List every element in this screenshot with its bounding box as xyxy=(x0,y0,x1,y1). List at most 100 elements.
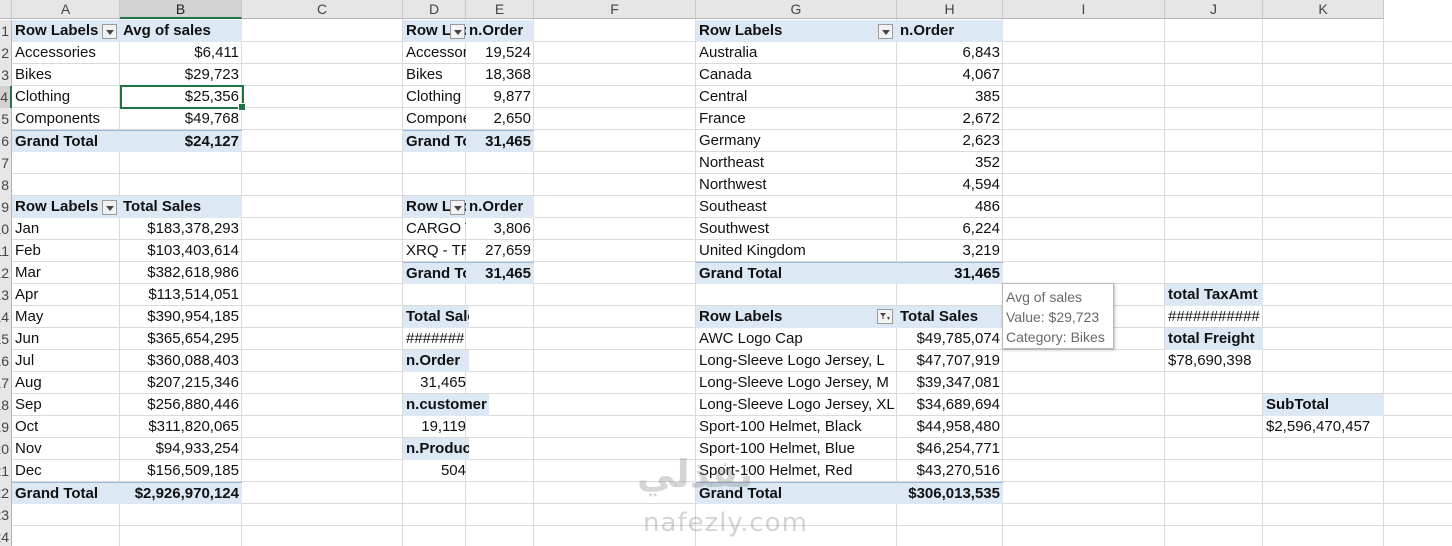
row-header-9[interactable]: 9 xyxy=(0,196,12,218)
row-number: 4 xyxy=(0,89,8,105)
kpi-label: n.customer xyxy=(403,394,489,416)
pivot-region-orders-row-value: 2,672 xyxy=(962,110,1000,127)
select-all-corner[interactable] xyxy=(0,0,12,19)
pivot-avg-sales-grand-total-value: $24,127 xyxy=(120,130,242,152)
row-number: 11 xyxy=(0,243,9,259)
pivot-month-sales-header-value: Total Sales xyxy=(120,196,242,218)
row-header-12[interactable]: 12 xyxy=(0,262,12,284)
row-header-4[interactable]: 4 xyxy=(0,86,12,108)
pivot-region-orders-row-value: 6,224 xyxy=(962,220,1000,237)
row-header-15[interactable]: 15 xyxy=(0,328,12,350)
row-number: 24 xyxy=(0,529,9,545)
pivot-month-sales-row-value: $360,088,403 xyxy=(147,352,239,369)
pivot-month-sales-row-value: $256,880,446 xyxy=(147,396,239,413)
pivot-avg-sales-row-value: $29,723 xyxy=(184,66,239,83)
row-header-11[interactable]: 11 xyxy=(0,240,12,262)
row-number: 8 xyxy=(1,177,9,193)
pivot-product-sales-row-value: $44,958,480 xyxy=(916,418,1000,435)
pivot-month-sales-row-value: $207,215,346 xyxy=(147,374,239,391)
pivot-category-orders-row-label: Bikes xyxy=(406,66,443,83)
pivot-month-sales-row-label: May xyxy=(15,308,44,325)
pivot-region-orders-row-label: Northwest xyxy=(699,176,767,193)
filter-dropdown-icon[interactable] xyxy=(450,24,465,39)
filter-dropdown-icon[interactable] xyxy=(102,200,117,215)
row-header-19[interactable]: 19 xyxy=(0,416,12,438)
pivot-region-orders-row-value: 3,219 xyxy=(962,242,1000,259)
row-header-7[interactable]: 7 xyxy=(0,152,12,174)
row-header-16[interactable]: 16 xyxy=(0,350,12,372)
column-header-i[interactable]: I xyxy=(1003,0,1165,19)
pivot-month-sales-grand-total-value: $2,926,970,124 xyxy=(120,482,242,504)
pivot-product-sales-row-value: $47,707,919 xyxy=(916,352,1000,369)
filter-dropdown-icon[interactable] xyxy=(450,200,465,215)
pivot-product-sales-row-value: $39,347,081 xyxy=(916,374,1000,391)
column-header-h[interactable]: H xyxy=(897,0,1003,19)
pivot-ship-orders-row-value: 27,659 xyxy=(485,242,531,259)
row-number: 23 xyxy=(0,507,9,523)
pivot-month-sales-row-label: Apr xyxy=(15,286,39,303)
column-header-a[interactable]: A xyxy=(12,0,120,19)
total-freight-label: total Freight xyxy=(1165,328,1263,350)
row-header-14[interactable]: 14 xyxy=(0,306,12,328)
row-header-3[interactable]: 3 xyxy=(0,64,12,86)
row-header-6[interactable]: 6 xyxy=(0,130,12,152)
pivot-product-sales-header-value: Total Sales xyxy=(897,306,1003,328)
pivot-ship-orders-row-label: CARGO TRANSPORT 5 xyxy=(406,220,466,237)
pivot-avg-sales-grand-total-label: Grand Total xyxy=(12,130,120,152)
pivot-product-sales-row-label: Long-Sleeve Logo Jersey, XL xyxy=(699,396,895,413)
row-header-5[interactable]: 5 xyxy=(0,108,12,130)
row-header-21[interactable]: 21 xyxy=(0,460,12,482)
column-header-k[interactable]: K xyxy=(1263,0,1384,19)
pivot-month-sales-row-value: $156,509,185 xyxy=(147,462,239,479)
filter-dropdown-icon[interactable] xyxy=(102,24,117,39)
pivot-month-sales-row-value: $103,403,614 xyxy=(147,242,239,259)
pivot-category-orders-header-value: n.Order xyxy=(466,20,534,42)
column-header-e[interactable]: E xyxy=(466,0,534,19)
pivot-product-sales-row-label: AWC Logo Cap xyxy=(699,330,803,347)
row-header-1[interactable]: 1 xyxy=(0,20,12,42)
pivot-region-orders-row-value: 2,623 xyxy=(962,132,1000,149)
column-header-g[interactable]: G xyxy=(696,0,897,19)
pivot-avg-sales-row-label: Bikes xyxy=(15,66,52,83)
filter-dropdown-icon[interactable] xyxy=(878,24,893,39)
row-header-22[interactable]: 22 xyxy=(0,482,12,504)
kpi-label: Total Sales xyxy=(403,306,469,328)
row-number: 5 xyxy=(1,111,9,127)
column-header-f[interactable]: F xyxy=(534,0,696,19)
pivot-category-orders-row-value: 9,877 xyxy=(493,88,531,105)
pivot-product-sales-row-label: Sport-100 Helmet, Black xyxy=(699,418,862,435)
pivot-month-sales-row-label: Nov xyxy=(15,440,42,457)
row-number: 7 xyxy=(1,155,9,171)
pivot-region-orders-row-label: Central xyxy=(699,88,748,105)
spreadsheet-grid[interactable]: ABCDEFGHIJK12345678910111213141516171819… xyxy=(0,0,1452,546)
row-header-18[interactable]: 18 xyxy=(0,394,12,416)
column-header-c[interactable]: C xyxy=(242,0,403,19)
pivot-month-sales-row-value: $382,618,986 xyxy=(147,264,239,281)
tooltip-series: Avg of sales xyxy=(1006,289,1083,305)
row-header-13[interactable]: 13 xyxy=(0,284,12,306)
row-number: 17 xyxy=(0,375,9,391)
row-header-8[interactable]: 8 xyxy=(0,174,12,196)
kpi-label: n.Product xyxy=(403,438,469,460)
column-header-j[interactable]: J xyxy=(1165,0,1263,19)
pivot-avg-sales-row-value: $6,411 xyxy=(194,44,239,61)
filter-applied-icon[interactable] xyxy=(877,309,893,324)
row-header-24[interactable]: 24 xyxy=(0,526,12,546)
row-header-23[interactable]: 23 xyxy=(0,504,12,526)
pivot-product-sales-row-value: $46,254,771 xyxy=(916,440,1000,457)
row-header-2[interactable]: 2 xyxy=(0,42,12,64)
pivot-category-orders-row-label: Clothing xyxy=(406,88,462,105)
row-header-17[interactable]: 17 xyxy=(0,372,12,394)
active-cell-selection[interactable] xyxy=(120,85,246,111)
pivot-region-orders-row-label: Southeast xyxy=(699,198,767,215)
pivot-month-sales-row-value: $365,654,295 xyxy=(147,330,239,347)
column-header-b[interactable]: B xyxy=(120,0,242,19)
row-header-20[interactable]: 20 xyxy=(0,438,12,460)
row-number: 1 xyxy=(1,23,9,39)
row-number: 21 xyxy=(0,463,9,479)
column-header-d[interactable]: D xyxy=(403,0,466,19)
row-number: 16 xyxy=(0,353,9,369)
pivot-category-orders-grand-total-label: Grand Total xyxy=(403,130,466,152)
row-header-10[interactable]: 10 xyxy=(0,218,12,240)
pivot-region-orders-grand-total-label: Grand Total xyxy=(696,262,897,284)
